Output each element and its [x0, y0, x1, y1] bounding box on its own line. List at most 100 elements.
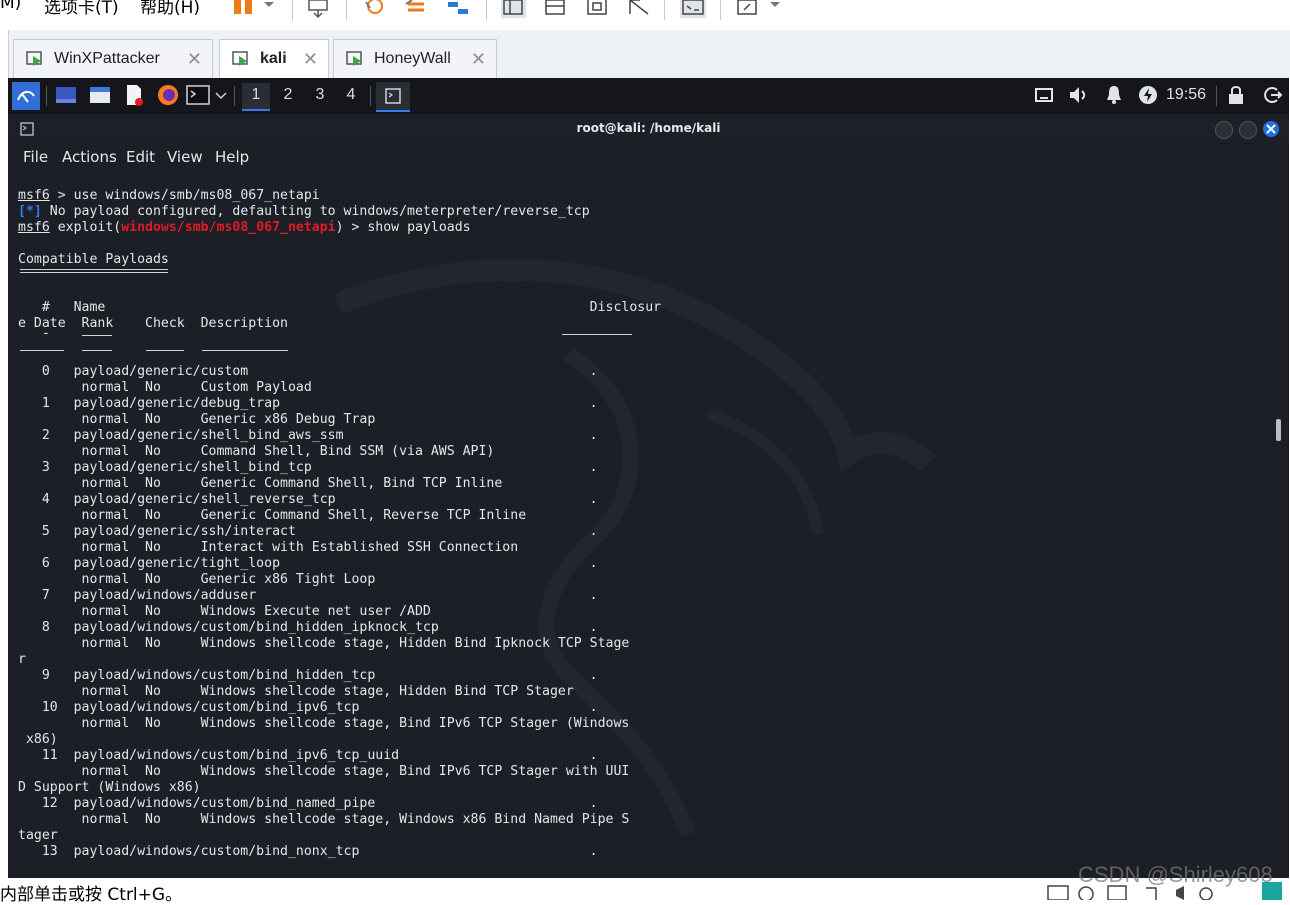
table-header: - [18, 326, 50, 341]
terminal-window[interactable]: root@kali: /home/kali File Actions Edit … [8, 114, 1289, 878]
payload-row: r [18, 652, 26, 667]
menu-edit[interactable]: Edit [126, 148, 155, 166]
chevron-down-icon[interactable] [768, 0, 782, 18]
menu-actions[interactable]: Actions [62, 148, 117, 166]
tab-winxpattacker[interactable]: WinXPattacker ✕ [13, 39, 213, 78]
payload-row: 5 payload/generic/ssh/interact . [18, 524, 598, 539]
terminal-scrollbar[interactable] [1276, 419, 1281, 441]
payload-row: 13 payload/windows/custom/bind_nonx_tcp … [18, 844, 598, 859]
msf-prompt: msf6 [18, 188, 50, 203]
view-fullscreen-icon[interactable] [542, 0, 568, 18]
panel-clock[interactable]: 19:56 [1166, 86, 1206, 104]
payload-row: 1 payload/generic/debug_trap . [18, 396, 598, 411]
close-button[interactable] [1263, 121, 1279, 137]
info-text: No payload configured, defaulting to win… [41, 204, 590, 219]
view-unity-icon[interactable] [584, 0, 610, 18]
toolbar-separator [720, 0, 721, 20]
table-header: # Name Disclosur [18, 300, 662, 315]
exploit-module: windows/smb/ms08_067_netapi [121, 220, 336, 235]
payload-row: 12 payload/windows/custom/bind_named_pip… [18, 796, 598, 811]
info-line: [*] No payload configured, defaulting to… [18, 204, 590, 220]
header-underline [20, 350, 64, 351]
command-text: ) > show payloads [335, 220, 471, 235]
payload-row: normal No Windows shellcode stage, Bind … [18, 764, 630, 779]
file-manager-icon[interactable] [88, 83, 112, 107]
chevron-down-icon[interactable] [214, 83, 228, 107]
vm-icon [26, 51, 42, 66]
show-desktop-icon[interactable] [54, 83, 78, 107]
payload-row: 8 payload/windows/custom/bind_hidden_ipk… [18, 620, 598, 635]
payload-row: 7 payload/windows/adduser . [18, 588, 598, 603]
toolbar-separator [664, 0, 665, 20]
tab-kali[interactable]: kali ✕ [219, 39, 329, 78]
snapshot-revert-icon[interactable] [362, 0, 388, 18]
payload-row: 2 payload/generic/shell_bind_aws_ssm . [18, 428, 598, 443]
menu-view[interactable]: View [167, 148, 203, 166]
tab-honeywall[interactable]: HoneyWall ✕ [333, 39, 497, 78]
kali-menu-icon[interactable] [12, 82, 40, 110]
send-keys-icon[interactable] [306, 0, 332, 18]
panel-separator [1216, 86, 1217, 106]
header-underline [82, 335, 112, 336]
vm-menu-tabs[interactable]: 选项卡(T) [44, 0, 119, 18]
kali-top-panel: 1 2 3 4 19:56 [8, 78, 1289, 114]
terminal-titlebar[interactable]: root@kali: /home/kali [8, 114, 1289, 142]
header-underline [146, 350, 184, 351]
payload-row: normal No Windows Execute net user /ADD [18, 604, 431, 619]
info-tag: [*] [18, 204, 42, 219]
panel-separator [46, 86, 47, 106]
payload-row: 11 payload/windows/custom/bind_ipv6_tcp_… [18, 748, 598, 763]
taskbar-terminal-window[interactable] [376, 82, 410, 112]
payload-row: normal No Generic x86 Debug Trap [18, 412, 376, 427]
command-text: > use windows/smb/ms08_067_netapi [49, 188, 320, 203]
section-title: Compatible Payloads [18, 252, 169, 267]
terminal-output[interactable]: msf6 > use windows/smb/ms08_067_netapi [… [18, 188, 1278, 878]
chevron-down-icon[interactable] [262, 0, 276, 18]
minimize-button[interactable] [1215, 121, 1233, 139]
power-manager-icon[interactable] [1136, 83, 1160, 107]
terminal-title: root@kali: /home/kali [576, 121, 721, 135]
network-icon[interactable] [1032, 83, 1056, 107]
pause-icon[interactable] [232, 0, 258, 18]
snapshot-manager-icon[interactable] [446, 0, 472, 18]
console-view-icon[interactable] [680, 0, 706, 18]
firefox-icon[interactable] [156, 83, 180, 107]
text-editor-icon[interactable] [122, 83, 146, 107]
autofit-icon[interactable] [736, 0, 762, 18]
view-stretch-icon[interactable] [626, 0, 652, 18]
payload-row: 10 payload/windows/custom/bind_ipv6_tcp … [18, 700, 598, 715]
menu-file[interactable]: File [23, 148, 48, 166]
lock-icon[interactable] [1224, 83, 1248, 107]
close-icon[interactable]: ✕ [471, 49, 486, 70]
header-underline [562, 334, 632, 335]
msf-prompt: msf6 [18, 220, 50, 235]
csdn-watermark: CSDN @Shirley608 [1078, 862, 1273, 887]
tab-label: kali [260, 50, 287, 67]
vm-menu-vm[interactable]: M) [0, 0, 21, 13]
close-icon[interactable]: ✕ [303, 49, 318, 70]
workspace-2[interactable]: 2 [274, 83, 302, 109]
workspace-4[interactable]: 4 [337, 83, 365, 109]
terminal-launcher-icon[interactable] [186, 83, 210, 107]
tab-label: WinXPattacker [54, 50, 160, 67]
table-header: e Date Rank Check Description [18, 316, 288, 331]
menu-help[interactable]: Help [215, 148, 249, 166]
volume-icon[interactable] [1066, 83, 1090, 107]
vm-icon [232, 51, 248, 66]
close-icon[interactable]: ✕ [187, 49, 202, 70]
snapshot-take-icon[interactable] [404, 0, 430, 18]
vm-menu-help[interactable]: 帮助(H) [140, 0, 200, 18]
vmware-toolbar: M) 选项卡(T) 帮助(H) [0, 0, 1290, 30]
notification-bell-icon[interactable] [1102, 83, 1126, 107]
header-underline [202, 350, 288, 351]
workspace-3[interactable]: 3 [306, 83, 334, 109]
maximize-button[interactable] [1239, 121, 1257, 139]
vm-tab-strip: WinXPattacker ✕ kali ✕ HoneyWall ✕ [8, 30, 1290, 78]
terminal-menubar: File Actions Edit View Help [8, 142, 1289, 172]
status-text: 内部单击或按 Ctrl+G。 [0, 885, 183, 905]
payload-row: 3 payload/generic/shell_bind_tcp . [18, 460, 598, 475]
command-text: exploit( [49, 220, 122, 235]
logout-icon[interactable] [1260, 83, 1284, 107]
workspace-1[interactable]: 1 [242, 83, 270, 111]
view-normal-icon[interactable] [500, 0, 526, 18]
